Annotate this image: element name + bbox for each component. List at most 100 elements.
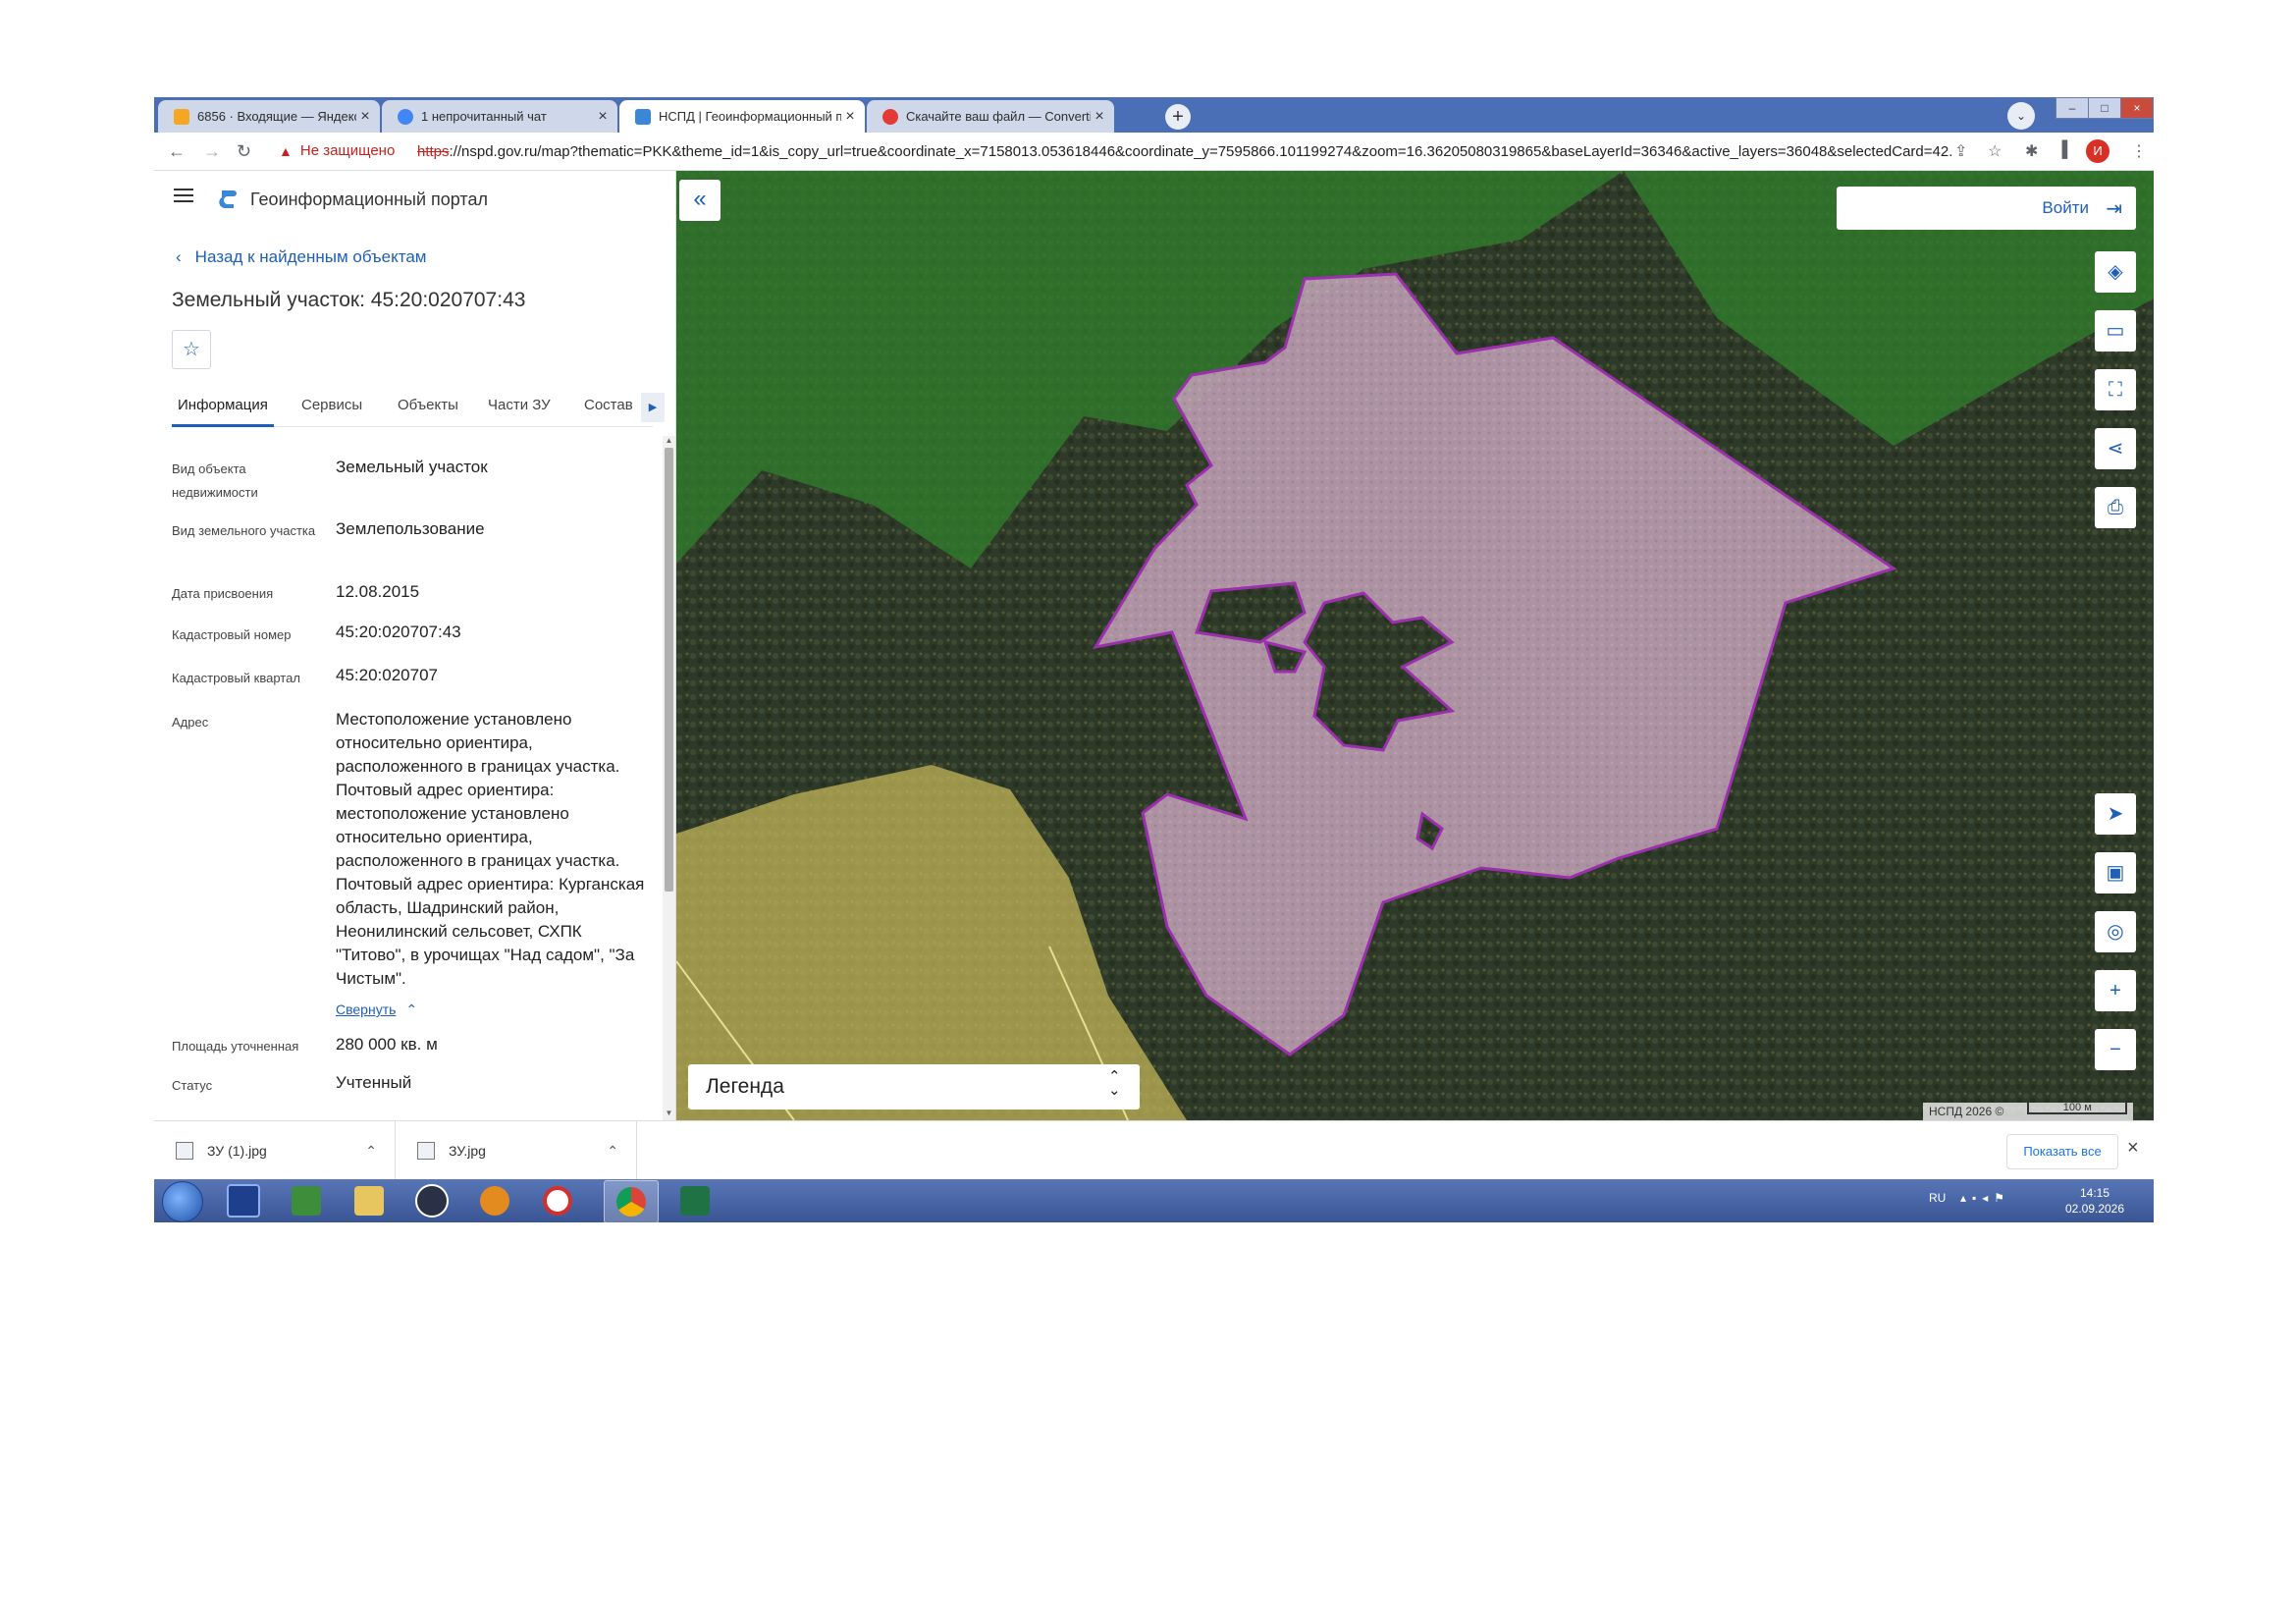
scale-bar: 100 м [2027, 1103, 2128, 1114]
taskbar-app-chrome[interactable] [604, 1180, 659, 1222]
browser-menu-icon[interactable]: ⋮ [2131, 141, 2147, 161]
browser-tab-nspd[interactable]: НСПД | Геоинформационный портал × [619, 100, 865, 133]
close-tab-icon[interactable]: × [841, 108, 859, 126]
back-label: Назад к найденным объектам [194, 247, 427, 266]
scrollbar-thumb[interactable] [665, 448, 673, 892]
taskbar-app[interactable] [668, 1180, 721, 1221]
download-item[interactable]: ЗУ.jpg ⌃ [396, 1121, 637, 1180]
side-panel-icon[interactable]: ▐ [2056, 141, 2067, 159]
mail-icon [174, 108, 189, 125]
browser-tab-convertio[interactable]: Скачайте ваш файл — Convertio × [867, 100, 1114, 133]
panel-scrollbar[interactable]: ▲ ▼ [663, 436, 675, 1120]
layers-button[interactable]: ◈ [2095, 251, 2136, 293]
tab-information[interactable]: Информация [178, 397, 268, 413]
download-item[interactable]: ЗУ (1).jpg ⌃ [154, 1121, 396, 1180]
bookmark-star-icon[interactable]: ☆ [1988, 141, 2002, 161]
download-filename: ЗУ.jpg [449, 1143, 486, 1159]
back-arrow-icon[interactable]: ← [168, 141, 186, 162]
close-tab-icon[interactable]: × [594, 108, 612, 126]
profile-avatar[interactable]: И [2086, 139, 2109, 163]
tab-objects[interactable]: Объекты [398, 397, 458, 413]
legend-dropdown[interactable]: Легенда ⌃ ⌄ [688, 1064, 1140, 1110]
zoom-out-button[interactable]: − [2095, 1029, 2136, 1070]
download-filename: ЗУ (1).jpg [207, 1143, 267, 1159]
locate-button[interactable]: ➤ [2095, 793, 2136, 835]
security-warning-label: Не защищено [299, 142, 396, 159]
share-icon: ⋖ [2107, 438, 2124, 460]
window-close-button[interactable]: × [2120, 97, 2154, 119]
favorite-star-button[interactable]: ☆ [172, 330, 211, 369]
close-tab-icon[interactable]: × [356, 108, 374, 126]
tab-parts[interactable]: Части ЗУ [488, 397, 551, 413]
share-button[interactable]: ⋖ [2095, 428, 2136, 469]
taskbar-app[interactable] [280, 1180, 333, 1221]
language-indicator[interactable]: RU [1929, 1191, 1946, 1205]
object-title: Земельный участок: 45:20:020707:43 [172, 289, 526, 311]
select-area-button[interactable]: ⛶ [2095, 369, 2136, 410]
taskbar-app[interactable] [217, 1180, 270, 1221]
map-attribution: НСПД 2026 © 100 м [1923, 1103, 2134, 1120]
active-tab-indicator [172, 424, 274, 427]
field-label: Кадастровый номер [172, 627, 292, 642]
chrome-icon [616, 1187, 646, 1217]
taskbar-app[interactable] [468, 1180, 521, 1221]
print-button[interactable]: ⎙ [2095, 487, 2136, 528]
taskbar-app[interactable] [405, 1180, 458, 1221]
show-all-downloads-button[interactable]: Показать все [2006, 1134, 2118, 1169]
zoom-in-button[interactable]: + [2095, 970, 2136, 1011]
window-minimize-button[interactable]: – [2056, 97, 2089, 119]
close-downloads-icon[interactable]: × [2127, 1137, 2139, 1160]
zoom-out-icon: − [2109, 1039, 2121, 1060]
share-page-icon[interactable]: ⇪ [1954, 141, 1967, 161]
taskbar-app[interactable] [343, 1180, 396, 1221]
hamburger-menu-icon[interactable] [174, 185, 193, 206]
chevron-up-icon[interactable]: ⌃ [365, 1143, 377, 1160]
new-tab-button[interactable]: + [1165, 104, 1191, 130]
clock[interactable]: 14:15 02.09.2026 [2060, 1185, 2129, 1217]
close-tab-icon[interactable]: × [1091, 108, 1108, 126]
clock-time: 14:15 [2079, 1186, 2110, 1200]
system-tray-icons[interactable]: ▴▪◂⚑ [1960, 1191, 2010, 1205]
login-button[interactable]: Войти ⇥ [1837, 187, 2136, 230]
security-warning[interactable]: ▲ Не защищено [279, 142, 395, 159]
start-button[interactable] [162, 1181, 203, 1222]
image-file-icon [176, 1142, 193, 1160]
url-field[interactable]: https://nspd.gov.ru/map?thematic=PKK&the… [417, 143, 1953, 160]
tab-title: НСПД | Геоинформационный портал [659, 109, 841, 124]
extensions-icon[interactable]: ✱ [2025, 141, 2038, 161]
field-value: Учтенный [336, 1073, 412, 1092]
map-view[interactable]: « Войти ⇥ ◈ ▭ ⛶ ⋖ ⎙ ➤ ▣ ◎ + − Легенда ⌃ ⌄… [676, 171, 2154, 1120]
search-location-button[interactable]: ◎ [2095, 911, 2136, 952]
tab-search-chevron-icon[interactable]: ⌄ [2007, 102, 2035, 130]
measure-button[interactable]: ▭ [2095, 310, 2136, 352]
clock-date: 02.09.2026 [2064, 1202, 2125, 1216]
forward-arrow-icon[interactable]: → [203, 141, 221, 162]
field-label: Дата присвоения [172, 586, 274, 601]
reload-icon[interactable]: ↻ [237, 141, 251, 162]
browser-tab-chat[interactable]: 1 непрочитанный чат × [382, 100, 617, 133]
tabs-scroll-right-icon[interactable]: ▶ [641, 393, 665, 422]
minimap-button[interactable]: ▣ [2095, 852, 2136, 893]
tab-services[interactable]: Сервисы [301, 397, 362, 413]
back-to-results-link[interactable]: ‹ Назад к найденным объектам [176, 247, 426, 267]
browser-tab-mail[interactable]: 6856 · Входящие — Яндекс Почта × [158, 100, 380, 133]
field-value: Землепользование [336, 519, 485, 538]
ruler-icon: ▭ [2106, 320, 2125, 342]
chevron-up-icon[interactable]: ⌃ [607, 1143, 618, 1160]
scroll-up-icon[interactable]: ▲ [663, 436, 675, 445]
field-value: 12.08.2015 [336, 582, 420, 601]
login-label: Войти [2042, 198, 2089, 217]
search-location-icon: ◎ [2107, 921, 2124, 943]
tab-title: 1 непрочитанный чат [421, 109, 547, 124]
collapse-link[interactable]: Свернуть ⌃ [336, 1001, 417, 1018]
field-label: Вид объекта недвижимости [172, 461, 258, 500]
scroll-down-icon[interactable]: ▼ [663, 1109, 675, 1117]
collapse-panel-button[interactable]: « [679, 180, 721, 221]
tab-composition[interactable]: Состав [584, 397, 633, 413]
window-maximize-button[interactable]: □ [2088, 97, 2121, 119]
zoom-in-icon: + [2109, 980, 2121, 1001]
taskbar-app[interactable] [531, 1180, 584, 1221]
select-area-icon: ⛶ [2109, 379, 2122, 401]
field-value: Земельный участок [336, 458, 488, 476]
layers-icon: ◈ [2108, 261, 2123, 283]
